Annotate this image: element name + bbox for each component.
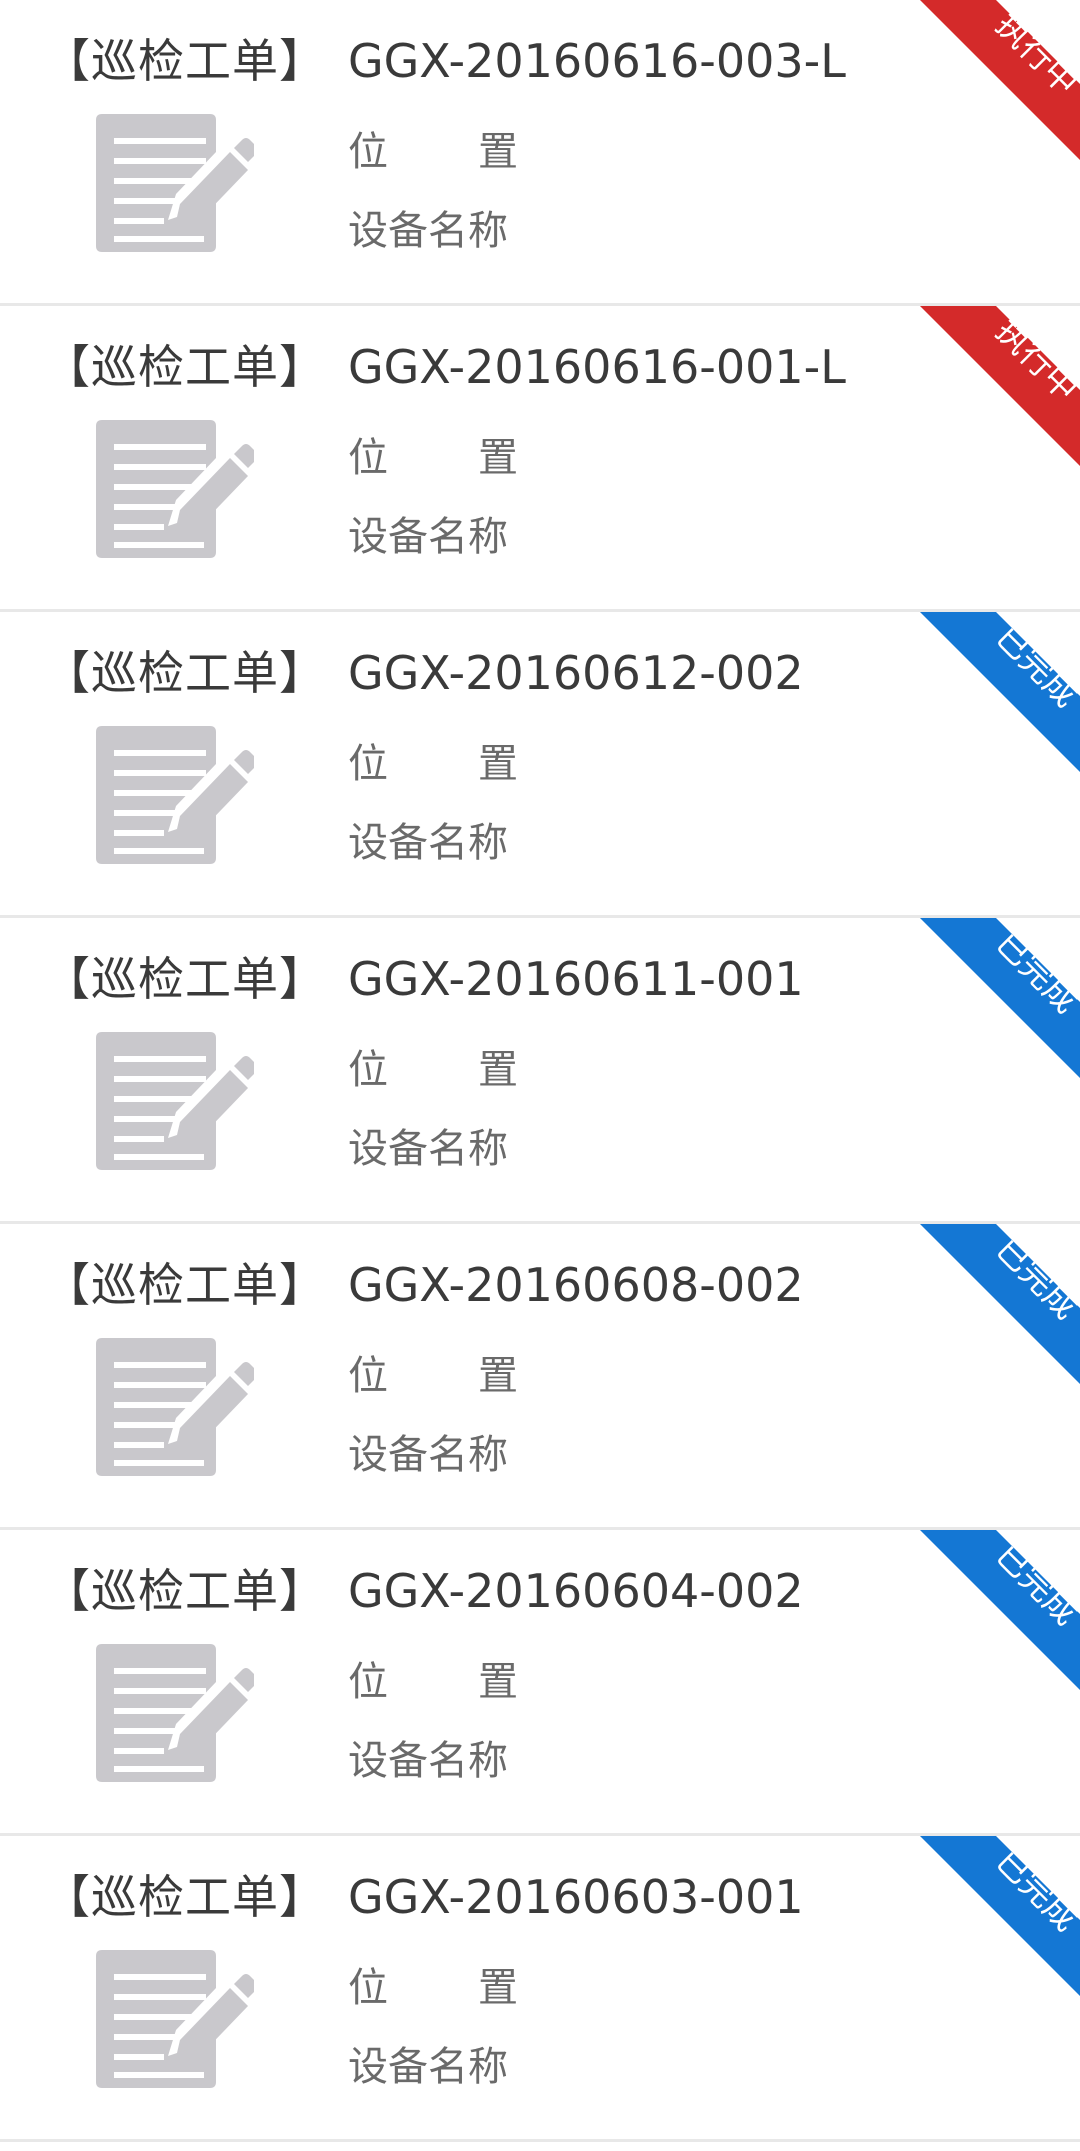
location-label-char-2: 置 (478, 1047, 518, 1093)
device-name-field: 设备名称 (348, 1738, 508, 1784)
device-name-field: 设备名称 (348, 1126, 508, 1172)
status-ribbon: 已完成 (920, 918, 1080, 1078)
edit-document-icon (92, 720, 258, 870)
order-type-label: 【巡检工单】 (44, 952, 326, 1006)
device-name-field: 设备名称 (348, 820, 508, 866)
device-name-field: 设备名称 (348, 208, 508, 254)
location-label-char-1: 位 (348, 435, 388, 481)
edit-document-icon (92, 1026, 258, 1176)
location-field: 位置 (348, 1042, 518, 1098)
device-name-field: 设备名称 (348, 2044, 508, 2090)
location-label-char-1: 位 (348, 129, 388, 175)
location-label-char-1: 位 (348, 1353, 388, 1399)
edit-document-icon (92, 1638, 258, 1788)
location-label-char-2: 置 (478, 1353, 518, 1399)
location-label-char-2: 置 (478, 1659, 518, 1705)
order-number: GGX-20160612-002 (348, 646, 804, 700)
order-type-label: 【巡检工单】 (44, 1564, 326, 1618)
location-label-char-1: 位 (348, 1965, 388, 2011)
location-label-char-2: 置 (478, 129, 518, 175)
work-order-card[interactable]: 【巡检工单】 GGX-20160611-001 位置 设备名称 已完成 (0, 918, 1080, 1224)
location-field: 位置 (348, 1348, 518, 1404)
location-field: 位置 (348, 430, 518, 486)
order-number: GGX-20160611-001 (348, 952, 804, 1006)
status-ribbon: 执行中 (920, 306, 1080, 466)
location-label-char-2: 置 (478, 741, 518, 787)
edit-document-icon (92, 1332, 258, 1482)
location-label-char-1: 位 (348, 1659, 388, 1705)
status-ribbon: 已完成 (920, 612, 1080, 772)
work-order-card[interactable]: 【巡检工单】 GGX-20160603-001 位置 设备名称 已完成 (0, 1836, 1080, 2142)
work-order-list: 【巡检工单】 GGX-20160616-003-L 位置 设备名称 执行中 【巡… (0, 0, 1080, 2142)
location-label-char-1: 位 (348, 741, 388, 787)
device-name-field: 设备名称 (348, 514, 508, 560)
order-type-label: 【巡检工单】 (44, 646, 326, 700)
order-type-label: 【巡检工单】 (44, 340, 326, 394)
status-ribbon: 已完成 (920, 1530, 1080, 1690)
work-order-card[interactable]: 【巡检工单】 GGX-20160616-001-L 位置 设备名称 执行中 (0, 306, 1080, 612)
order-type-label: 【巡检工单】 (44, 1870, 326, 1924)
order-number: GGX-20160604-002 (348, 1564, 804, 1618)
order-type-label: 【巡检工单】 (44, 34, 326, 88)
order-number: GGX-20160603-001 (348, 1870, 804, 1924)
location-label-char-2: 置 (478, 1965, 518, 2011)
order-number: GGX-20160616-003-L (348, 34, 846, 88)
work-order-card[interactable]: 【巡检工单】 GGX-20160612-002 位置 设备名称 已完成 (0, 612, 1080, 918)
status-ribbon: 执行中 (920, 0, 1080, 160)
edit-document-icon (92, 108, 258, 258)
location-field: 位置 (348, 1960, 518, 2016)
status-ribbon: 已完成 (920, 1224, 1080, 1384)
status-ribbon: 已完成 (920, 1836, 1080, 1996)
work-order-card[interactable]: 【巡检工单】 GGX-20160616-003-L 位置 设备名称 执行中 (0, 0, 1080, 306)
edit-document-icon (92, 414, 258, 564)
order-number: GGX-20160608-002 (348, 1258, 804, 1312)
order-type-label: 【巡检工单】 (44, 1258, 326, 1312)
device-name-field: 设备名称 (348, 1432, 508, 1478)
order-number: GGX-20160616-001-L (348, 340, 846, 394)
location-label-char-2: 置 (478, 435, 518, 481)
location-label-char-1: 位 (348, 1047, 388, 1093)
edit-document-icon (92, 1944, 258, 2094)
work-order-card[interactable]: 【巡检工单】 GGX-20160604-002 位置 设备名称 已完成 (0, 1530, 1080, 1836)
location-field: 位置 (348, 1654, 518, 1710)
location-field: 位置 (348, 124, 518, 180)
work-order-card[interactable]: 【巡检工单】 GGX-20160608-002 位置 设备名称 已完成 (0, 1224, 1080, 1530)
location-field: 位置 (348, 736, 518, 792)
